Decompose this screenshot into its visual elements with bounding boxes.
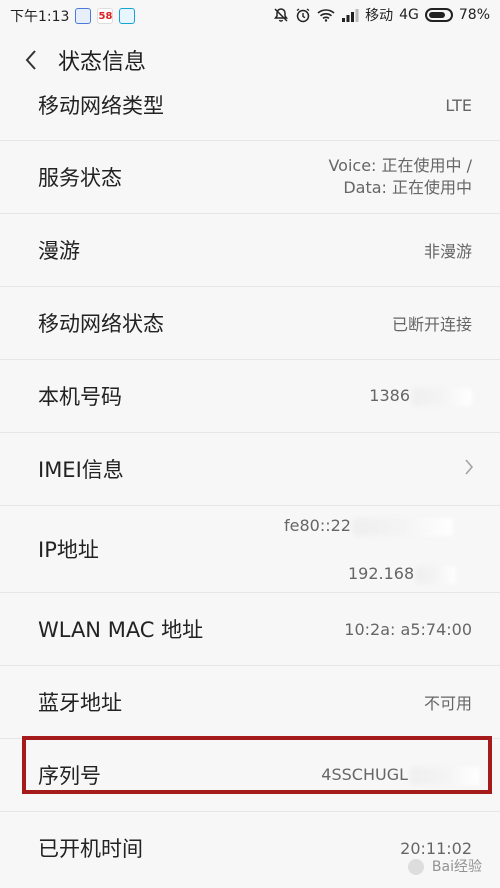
row-value: Voice: 正在使用中 / Data: 正在使用中	[328, 155, 472, 199]
row-serial-number[interactable]: 序列号 4SSCHUGL	[0, 739, 500, 812]
watermark-text: Bai经验	[431, 859, 482, 875]
ipv4-partial: 192.168	[348, 564, 415, 583]
redacted-blur	[412, 387, 472, 406]
row-bluetooth-address[interactable]: 蓝牙地址 不可用	[0, 666, 500, 739]
chevron-left-icon	[25, 50, 36, 70]
bell-muted-icon	[274, 8, 289, 22]
row-roaming[interactable]: 漫游 非漫游	[0, 214, 500, 287]
redacted-blur	[416, 565, 457, 584]
row-label: 蓝牙地址	[38, 691, 122, 715]
row-label: 服务状态	[38, 166, 122, 190]
row-value: 不可用	[423, 694, 472, 713]
ipv6-partial: fe80::22	[284, 516, 351, 535]
row-value: 10:2a: a5:74:00	[344, 619, 472, 639]
row-label: 漫游	[38, 239, 80, 263]
row-label: 已开机时间	[38, 837, 143, 861]
row-value: 20:11:02	[400, 838, 472, 858]
row-value-line: Data: 正在使用中	[343, 178, 472, 197]
status-bar: 下午1:13 58 移动 4G 78%	[0, 0, 500, 30]
row-value: LTE	[445, 95, 472, 115]
carrier-label: 移动	[365, 8, 394, 24]
row-label: WLAN MAC 地址	[38, 618, 204, 642]
status-info-list: 移动网络类型 LTE 服务状态 Voice: 正在使用中 / Data: 正在使…	[0, 70, 500, 884]
baidu-watermark: Bai经验	[408, 856, 482, 876]
row-ip-address[interactable]: IP地址 fe80::22 192.168	[0, 506, 500, 593]
row-label: IMEI信息	[38, 458, 124, 482]
wifi-icon	[317, 9, 335, 22]
row-value: 已断开连接	[391, 315, 472, 334]
row-value-line: 192.168	[348, 564, 457, 584]
row-mobile-network-state[interactable]: 移动网络状态 已断开连接	[0, 287, 500, 360]
redacted-blur	[410, 766, 480, 785]
row-phone-number[interactable]: 本机号码 1386	[0, 360, 500, 433]
row-imei[interactable]: IMEI信息	[0, 433, 500, 506]
network-type-label: 4G	[399, 7, 419, 23]
status-time: 下午1:13	[10, 9, 70, 25]
row-value: 4SSCHUGL	[321, 765, 480, 785]
paw-logo-icon	[408, 859, 425, 875]
battery-icon	[424, 8, 453, 22]
notification-browser-icon	[119, 8, 136, 24]
row-value: 1386	[369, 386, 472, 406]
phone-number-partial: 1386	[369, 386, 410, 406]
row-label: IP地址	[38, 538, 99, 562]
row-value-line: Voice: 正在使用中 /	[328, 156, 472, 175]
row-label: 移动网络状态	[38, 312, 164, 336]
row-label: 移动网络类型	[38, 94, 164, 118]
row-wlan-mac[interactable]: WLAN MAC 地址 10:2a: a5:74:00	[0, 593, 500, 666]
notification-58-icon: 58	[97, 8, 114, 24]
battery-percent: 78%	[458, 7, 490, 23]
redacted-blur	[352, 517, 453, 536]
row-label: 序列号	[38, 764, 101, 788]
row-service-state[interactable]: 服务状态 Voice: 正在使用中 / Data: 正在使用中	[0, 141, 500, 214]
row-value: 非漫游	[423, 242, 472, 261]
row-mobile-network-type[interactable]: 移动网络类型 LTE	[0, 70, 500, 141]
row-label: 本机号码	[38, 385, 122, 409]
signal-icon	[342, 9, 359, 22]
chevron-right-icon	[464, 458, 474, 480]
row-value-line: fe80::22	[284, 516, 453, 536]
serial-partial: 4SSCHUGL	[321, 765, 408, 785]
alarm-clock-icon	[296, 8, 310, 23]
notification-app-icon	[75, 8, 92, 24]
